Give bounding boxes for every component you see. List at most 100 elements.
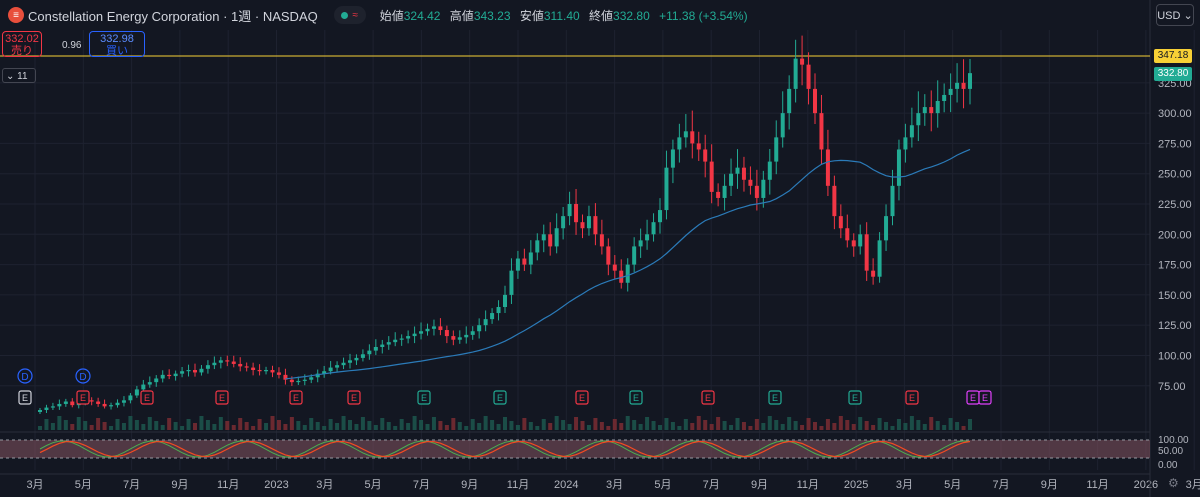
symbol-title[interactable]: Constellation Energy Corporation · 1週 · … — [28, 6, 318, 25]
chevron-down-icon: ⌄ — [1183, 10, 1193, 22]
candle-body — [845, 228, 850, 241]
volume-bar — [63, 420, 68, 430]
candle-body — [477, 325, 482, 332]
earnings-marker-label: E — [144, 393, 150, 403]
volume-bar — [225, 421, 230, 430]
candle-body — [134, 389, 139, 396]
candle-body — [412, 333, 417, 337]
candle-body — [748, 179, 753, 186]
settings-gear-icon[interactable]: ⚙ — [1168, 476, 1179, 490]
candle-body — [38, 410, 42, 412]
volume-bar — [690, 423, 695, 430]
sell-button[interactable]: 332.02 売り — [2, 31, 42, 57]
candle-body — [244, 366, 249, 368]
time-tick-label: 7月 — [992, 479, 1009, 491]
volume-bar — [716, 417, 721, 430]
volume-bar — [322, 426, 327, 430]
time-tick-label: 11月 — [1086, 479, 1108, 491]
volume-bar — [160, 425, 165, 430]
volume-bar — [761, 423, 766, 430]
wave-icon: ≈ — [352, 9, 358, 21]
candle-body — [877, 240, 882, 277]
volume-bar — [464, 426, 469, 430]
indicators-toggle[interactable]: ⌄ 11 — [2, 68, 36, 83]
candle-body — [251, 367, 256, 371]
volume-bar — [244, 422, 249, 430]
volume-bar — [348, 420, 352, 430]
open-label: 始値 — [379, 8, 404, 23]
volume-bar — [767, 416, 772, 430]
candle-body — [819, 113, 824, 150]
candle-body — [348, 360, 352, 363]
volume-bar — [651, 421, 656, 430]
volume-bar — [677, 426, 682, 430]
time-tick-label: 9月 — [751, 479, 768, 491]
candle-body — [806, 64, 811, 89]
earnings-marker-label: E — [705, 393, 711, 403]
osc-tick-label: 50.00 — [1158, 446, 1183, 457]
candle-body — [722, 185, 727, 198]
candle-body — [606, 246, 611, 265]
volume-bar — [890, 426, 895, 430]
earnings-marker-label: E — [970, 393, 976, 403]
ohlc-readout: 始値324.42 高値343.23 安値311.40 終値332.80 +11.… — [380, 7, 754, 24]
candle-body — [470, 331, 475, 335]
candle-body — [935, 101, 940, 114]
candle-body — [670, 149, 675, 168]
volume-bar — [167, 418, 172, 430]
candle-body — [664, 167, 669, 211]
candle-body — [535, 240, 540, 253]
candle-body — [735, 167, 740, 174]
chart-canvas[interactable]: 325.00300.00275.00250.00225.00200.00175.… — [0, 0, 1200, 497]
volume-bar — [251, 426, 256, 430]
candle-body — [199, 368, 204, 373]
candle-body — [554, 228, 559, 247]
earnings-marker-label: E — [219, 393, 225, 403]
volume-bar — [341, 416, 346, 430]
price-tick-label: 175.00 — [1158, 260, 1192, 272]
volume-bar — [109, 426, 114, 430]
candle-body — [225, 360, 230, 362]
candle-body — [289, 379, 294, 383]
volume-bar — [451, 418, 456, 430]
volume-bar — [457, 422, 462, 430]
volume-bar — [283, 424, 288, 430]
volume-bar — [386, 422, 391, 430]
earnings-marker-label: E — [982, 393, 988, 403]
volume-bar — [832, 423, 837, 430]
visibility-toggle[interactable]: ≈ — [333, 6, 366, 24]
currency-selector[interactable]: USD ⌄ — [1156, 4, 1194, 26]
volume-bar — [309, 418, 314, 430]
candle-body — [264, 370, 269, 372]
candle-body — [851, 240, 856, 247]
volume-bar — [793, 421, 798, 430]
volume-bar — [380, 418, 385, 430]
symbol-header[interactable]: ≡ Constellation Energy Corporation · 1週 … — [0, 0, 754, 30]
candle-body — [955, 82, 960, 89]
candle-body — [961, 82, 966, 89]
candle-body — [916, 113, 921, 126]
candle-body — [231, 361, 236, 364]
time-tick-label: 11月 — [217, 479, 239, 491]
candle-body — [96, 401, 101, 404]
volume-bar — [231, 425, 236, 430]
volume-bar — [922, 424, 927, 430]
volume-bar — [586, 425, 591, 430]
candle-body — [205, 365, 210, 369]
candle-body — [399, 338, 404, 340]
volume-bar — [741, 422, 746, 430]
candle-body — [483, 319, 488, 326]
volume-bar — [780, 424, 785, 430]
candle-body — [896, 149, 901, 186]
sell-price: 332.02 — [5, 33, 39, 45]
candle-body — [341, 362, 346, 366]
volume-bar — [948, 418, 953, 430]
candle-body — [57, 403, 62, 407]
volume-bar — [774, 420, 779, 430]
candle-body — [380, 344, 385, 347]
buy-button[interactable]: 332.98 買い — [89, 31, 145, 57]
volume-bar — [535, 426, 540, 430]
volume-bar — [683, 419, 688, 430]
time-tick-label: 3月 — [606, 479, 623, 491]
candle-body — [522, 258, 527, 265]
